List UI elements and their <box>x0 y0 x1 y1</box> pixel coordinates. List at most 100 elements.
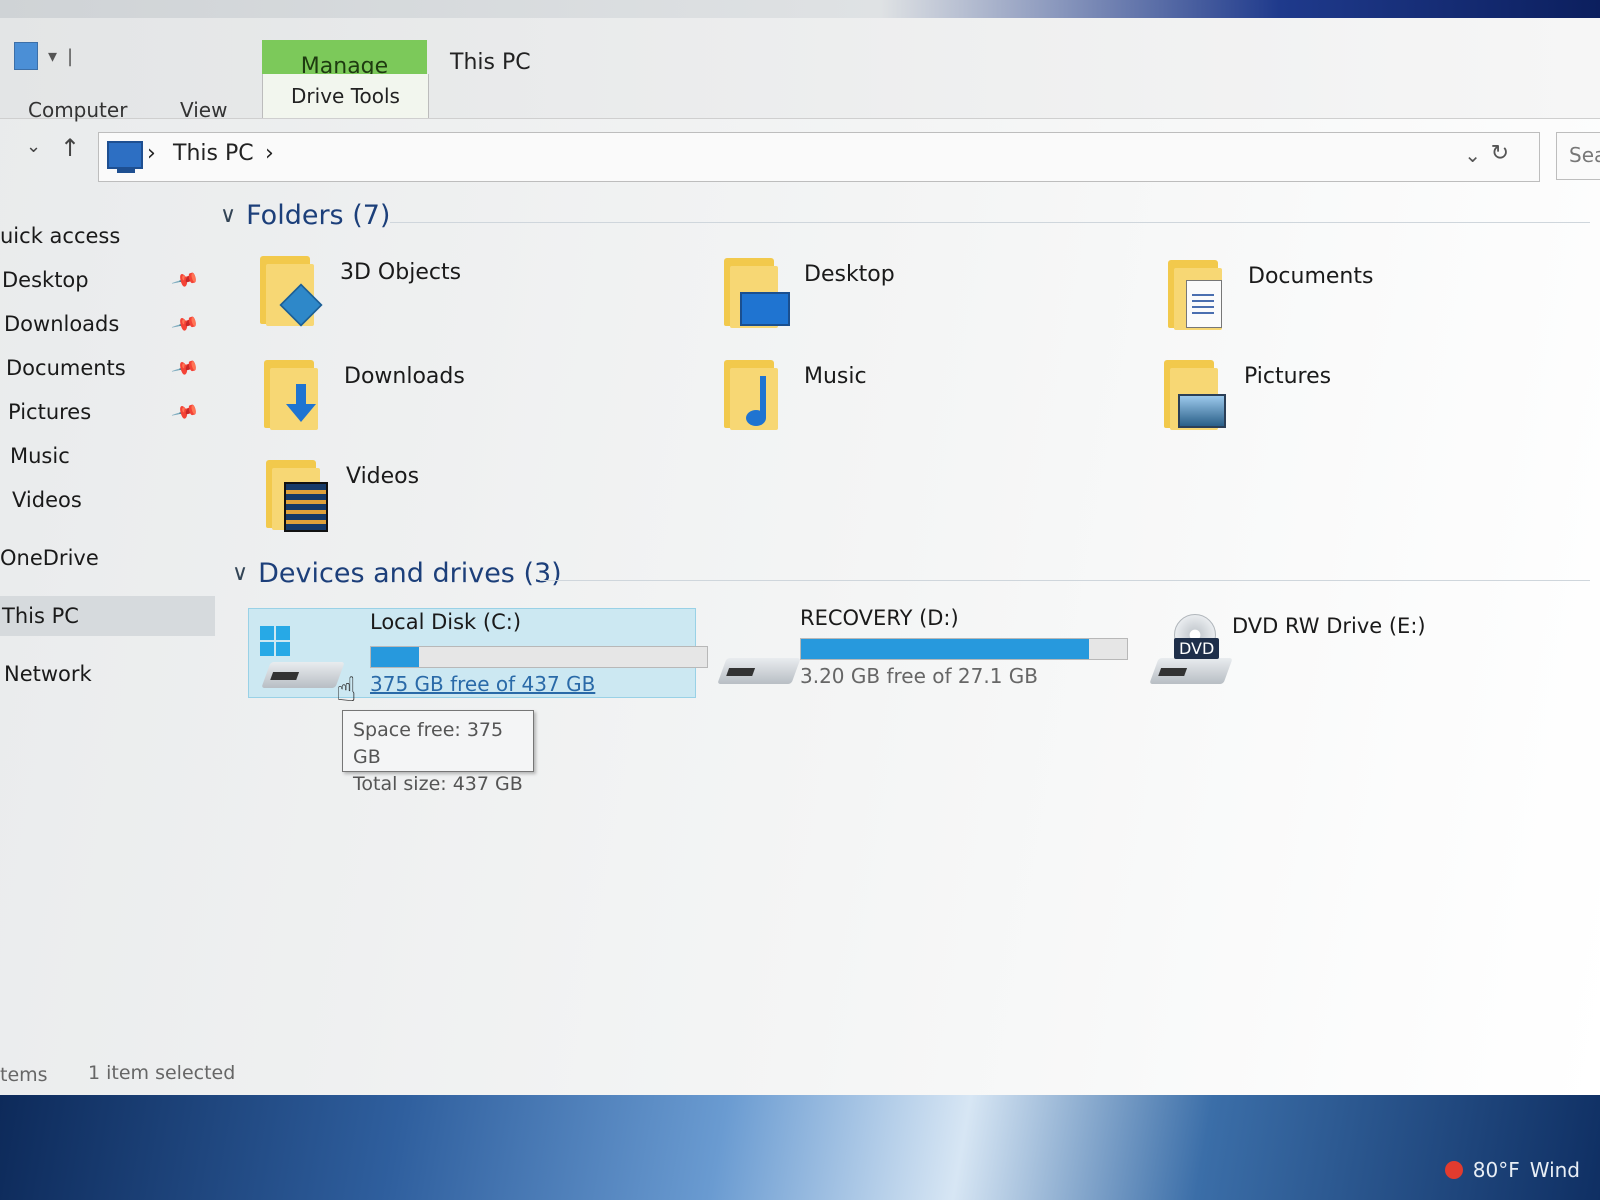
folders-group-header[interactable]: ∨ Folders (7) <box>220 200 390 231</box>
customize-qat-icon[interactable]: ▾ <box>48 46 57 67</box>
folder-documents[interactable]: Documents <box>1164 254 1584 344</box>
folder-videos[interactable]: Videos <box>262 454 682 544</box>
collapse-chevron-icon[interactable]: ∨ <box>220 203 236 228</box>
content-pane: ∨ Folders (7) 3D Objects Desktop Documen… <box>220 190 1600 1070</box>
drive-usage-fill <box>801 639 1089 659</box>
drive-usage-fill <box>371 647 419 667</box>
folder-name: 3D Objects <box>340 260 462 285</box>
drive-tooltip: Space free: 375 GB Total size: 437 GB <box>342 710 534 795</box>
sidebar-item-label: Music <box>10 444 70 468</box>
pin-icon: 📌 <box>170 353 201 383</box>
drive-name: Local Disk (C:) <box>370 610 522 634</box>
sidebar-item-label: Network <box>4 662 92 686</box>
sidebar-item-videos[interactable]: Videos <box>0 480 215 520</box>
breadcrumb-separator[interactable]: › <box>265 141 274 166</box>
music-folder-icon <box>720 354 790 434</box>
address-dropdown-icon[interactable]: ⌄ <box>1464 143 1481 167</box>
drive-recovery-d[interactable]: RECOVERY (D:) 3.20 GB free of 27.1 GB <box>712 606 1142 692</box>
drive-name: DVD RW Drive (E:) <box>1232 614 1426 638</box>
qat-divider: | <box>67 45 74 67</box>
search-input[interactable]: Sea <box>1556 132 1600 180</box>
refresh-icon[interactable]: ↻ <box>1491 141 1509 166</box>
drive-free-space: 375 GB free of 437 GB <box>370 672 596 696</box>
sidebar-item-label: Pictures <box>8 400 92 424</box>
sidebar-item-label: This PC <box>2 604 79 628</box>
tab-computer[interactable]: Computer <box>28 98 127 122</box>
videos-folder-icon <box>262 454 332 534</box>
folder-name: Videos <box>346 464 420 489</box>
status-selection: 1 item selected <box>88 1062 236 1084</box>
quick-access-toolbar: ▾ | <box>14 42 73 70</box>
folder-music[interactable]: Music <box>720 354 1140 444</box>
pictures-folder-icon <box>1160 354 1230 434</box>
group-divider <box>540 580 1590 581</box>
folders-group-label: Folders (7) <box>246 200 391 231</box>
folder-pictures[interactable]: Pictures <box>1160 354 1580 444</box>
windows-logo-icon <box>260 626 290 656</box>
sidebar-item-music[interactable]: Music <box>0 436 215 476</box>
sidebar-item-label: Videos <box>12 488 82 512</box>
sidebar-item-label: Desktop <box>2 268 89 292</box>
sidebar-item-label: uick access <box>0 224 121 248</box>
sidebar-item-label: Documents <box>6 356 126 380</box>
folder-name: Downloads <box>344 364 465 389</box>
drives-group-label: Devices and drives (3) <box>258 558 562 589</box>
sidebar-item-label: Downloads <box>4 312 120 336</box>
sidebar-item-this-pc[interactable]: This PC <box>0 596 215 636</box>
folder-name: Music <box>804 364 867 389</box>
folder-name: Pictures <box>1244 364 1332 389</box>
notification-badge-icon[interactable] <box>1444 1161 1463 1179</box>
3d-objects-folder-icon <box>256 250 326 330</box>
tab-view[interactable]: View <box>180 98 227 122</box>
tooltip-total-size: Total size: 437 GB <box>353 773 523 795</box>
drive-free-space: 3.20 GB free of 27.1 GB <box>800 664 1038 688</box>
address-bar[interactable]: › This PC › ⌄ ↻ <box>98 132 1540 182</box>
up-arrow-icon[interactable]: ↑ <box>60 134 80 162</box>
breadcrumb-separator[interactable]: › <box>147 141 156 166</box>
sidebar-item-quick-access[interactable]: uick access <box>0 216 215 256</box>
status-bar: tems 1 item selected <box>0 1058 1600 1096</box>
documents-folder-icon <box>1164 254 1234 334</box>
folder-downloads[interactable]: Downloads <box>260 354 680 444</box>
pin-icon: 📌 <box>170 397 201 427</box>
pin-icon: 📌 <box>170 265 201 295</box>
optical-drive-icon <box>1149 658 1233 684</box>
drive-local-disk-c[interactable]: Local Disk (C:) 375 GB free of 437 GB <box>254 610 708 696</box>
taskbar-partial-text: Wind <box>1529 1158 1580 1182</box>
sidebar-item-network[interactable]: Network <box>0 654 215 694</box>
recent-locations-icon[interactable]: ⌄ <box>26 136 41 157</box>
weather-temperature[interactable]: 80°F <box>1473 1158 1520 1182</box>
sidebar-item-documents[interactable]: Documents 📌 <box>0 348 215 388</box>
hard-drive-icon <box>261 662 345 688</box>
hard-drive-icon <box>717 658 801 684</box>
folder-3d-objects[interactable]: 3D Objects <box>256 250 676 340</box>
pin-icon: 📌 <box>170 309 201 339</box>
sidebar-item-downloads[interactable]: Downloads 📌 <box>0 304 215 344</box>
folder-desktop[interactable]: Desktop <box>720 252 1140 342</box>
drive-name: RECOVERY (D:) <box>800 606 959 630</box>
drive-dvd-rw-e[interactable]: DVD DVD RW Drive (E:) <box>1140 608 1600 694</box>
sidebar-item-label: OneDrive <box>0 546 99 570</box>
tab-drive-tools[interactable]: Drive Tools <box>262 74 429 118</box>
drive-usage-bar <box>370 646 708 668</box>
hand-cursor-icon: ☝ <box>336 670 357 710</box>
desktop-folder-icon <box>720 252 790 332</box>
save-icon[interactable] <box>14 42 38 70</box>
collapse-chevron-icon[interactable]: ∨ <box>232 561 248 586</box>
desktop-wallpaper-and-taskbar: 80°F Wind <box>0 1095 1600 1200</box>
sidebar-item-desktop[interactable]: Desktop 📌 <box>0 260 215 300</box>
drives-group-header[interactable]: ∨ Devices and drives (3) <box>232 558 562 589</box>
dvd-badge: DVD <box>1174 638 1220 659</box>
folder-name: Documents <box>1248 264 1374 289</box>
breadcrumb-this-pc[interactable]: This PC <box>173 141 254 166</box>
group-divider <box>390 222 1590 223</box>
sidebar-item-pictures[interactable]: Pictures 📌 <box>0 392 215 432</box>
this-pc-icon <box>107 141 143 173</box>
system-tray: 80°F Wind <box>1444 1158 1580 1182</box>
sidebar-item-onedrive[interactable]: OneDrive <box>0 538 215 578</box>
address-row: ⌄ ↑ › This PC › ⌄ ↻ Sea <box>0 126 1600 186</box>
drive-usage-bar <box>800 638 1128 660</box>
downloads-folder-icon <box>260 354 330 434</box>
window-title: This PC <box>450 50 531 75</box>
tooltip-space-free: Space free: 375 GB <box>353 719 504 768</box>
